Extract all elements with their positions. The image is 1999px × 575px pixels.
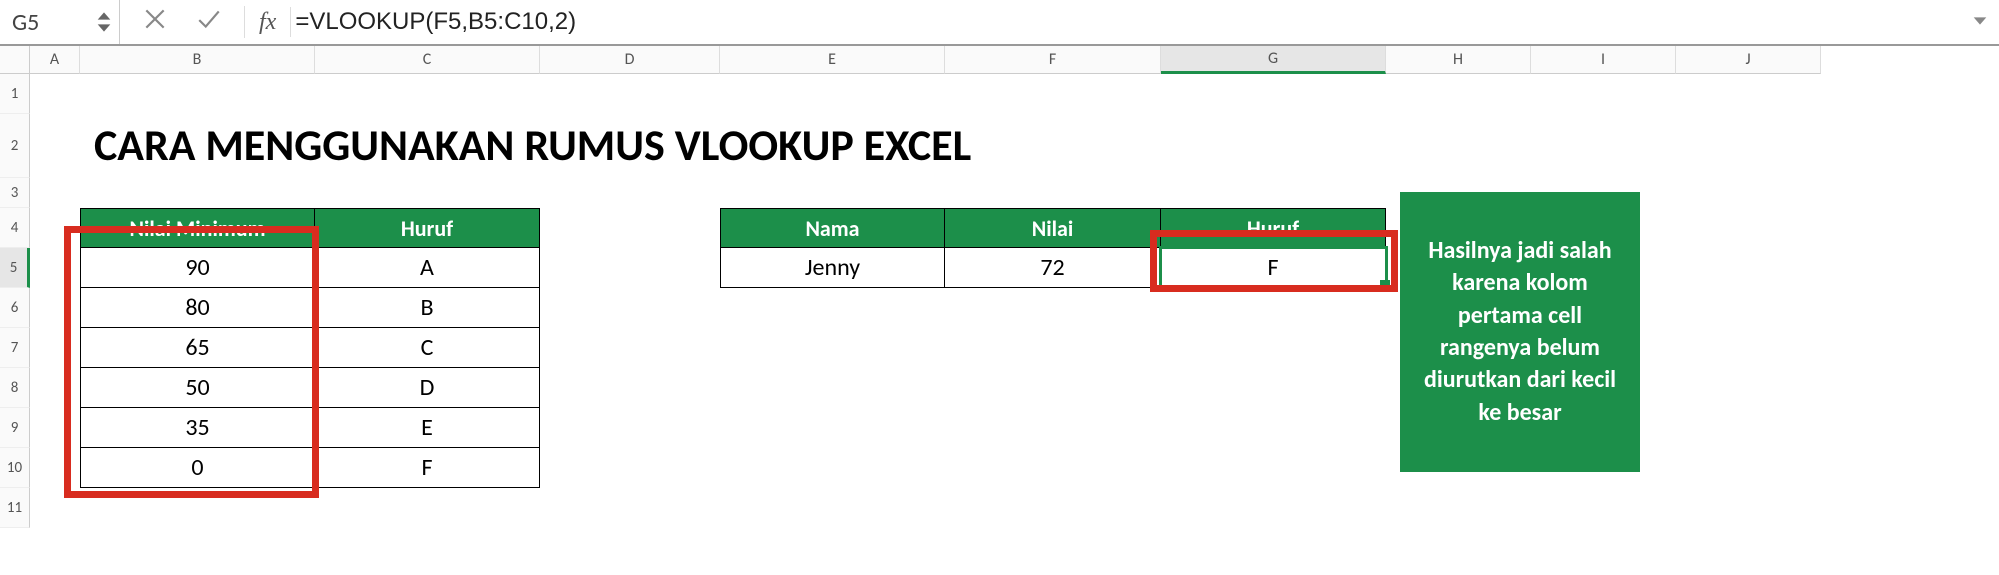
col-header-H[interactable]: H [1386, 46, 1531, 74]
table-cell[interactable]: C [315, 328, 540, 368]
stepper-up-icon [95, 10, 113, 22]
table-cell[interactable]: B [315, 288, 540, 328]
col-header-I[interactable]: I [1531, 46, 1676, 74]
grade-table: Nilai Minimum Huruf 90 A 80 B 65 C 50 D … [80, 208, 540, 488]
lookup-table-header-name: Nama [720, 208, 945, 248]
row-header-10[interactable]: 10 [0, 448, 30, 488]
lookup-table-header-letter: Huruf [1161, 208, 1386, 248]
table-cell[interactable]: 80 [80, 288, 315, 328]
row-header-9[interactable]: 9 [0, 408, 30, 448]
row-header-1[interactable]: 1 [0, 74, 30, 114]
table-cell[interactable]: 35 [80, 408, 315, 448]
worksheet: A B C D E F G H I J 1 2 3 4 5 6 7 8 9 10… [0, 46, 1999, 528]
formula-bar: G5 fx [0, 0, 1999, 46]
table-cell[interactable]: 0 [80, 448, 315, 488]
col-header-E[interactable]: E [720, 46, 945, 74]
cancel-icon [142, 6, 168, 32]
col-header-A[interactable]: A [30, 46, 80, 74]
formula-input[interactable] [291, 7, 1961, 37]
page-title: CARA MENGGUNAKAN RUMUS VLOOKUP EXCEL [80, 122, 971, 168]
fx-label[interactable]: fx [245, 9, 290, 36]
row-header-2[interactable]: 2 [0, 114, 30, 178]
name-box-stepper[interactable] [95, 10, 113, 34]
table-cell[interactable]: F [1161, 248, 1386, 288]
select-all-corner[interactable] [0, 46, 30, 74]
name-box[interactable]: G5 [12, 8, 72, 37]
row-header-7[interactable]: 7 [0, 328, 30, 368]
table-cell[interactable]: D [315, 368, 540, 408]
row-header-4[interactable]: 4 [0, 208, 30, 248]
row-header-3[interactable]: 3 [0, 178, 30, 208]
expand-icon [1971, 12, 1989, 30]
table-cell[interactable]: F [315, 448, 540, 488]
col-header-C[interactable]: C [315, 46, 540, 74]
table-cell[interactable]: 65 [80, 328, 315, 368]
stepper-down-icon [95, 22, 113, 34]
col-header-G[interactable]: G [1161, 46, 1386, 74]
table-cell[interactable]: 72 [945, 248, 1161, 288]
name-box-container: G5 [0, 0, 120, 44]
annotation-note: Hasilnya jadi salah karena kolom pertama… [1400, 192, 1640, 472]
table-cell[interactable]: E [315, 408, 540, 448]
table-cell[interactable]: 90 [80, 248, 315, 288]
row-header-5[interactable]: 5 [0, 248, 30, 288]
table-cell[interactable]: 50 [80, 368, 315, 408]
grid-body[interactable]: 1 2 3 4 5 6 7 8 9 10 11 CARA MENGGUNAKAN… [0, 74, 1999, 528]
cancel-button[interactable] [142, 6, 168, 38]
column-headers: A B C D E F G H I J [0, 46, 1999, 74]
confirm-icon [196, 6, 222, 32]
formula-bar-expand[interactable] [1961, 9, 1999, 36]
col-header-D[interactable]: D [540, 46, 720, 74]
col-header-B[interactable]: B [80, 46, 315, 74]
table-cell[interactable]: Jenny [720, 248, 945, 288]
confirm-button[interactable] [196, 6, 222, 38]
row-header-11[interactable]: 11 [0, 488, 30, 528]
col-header-J[interactable]: J [1676, 46, 1821, 74]
row-header-8[interactable]: 8 [0, 368, 30, 408]
grade-table-header-min: Nilai Minimum [80, 208, 315, 248]
col-header-F[interactable]: F [945, 46, 1161, 74]
formula-bar-buttons [120, 6, 245, 38]
grade-table-header-letter: Huruf [315, 208, 540, 248]
lookup-table-header-value: Nilai [945, 208, 1161, 248]
row-header-6[interactable]: 6 [0, 288, 30, 328]
table-cell[interactable]: A [315, 248, 540, 288]
lookup-table: Nama Nilai Huruf Jenny 72 F [720, 208, 1386, 288]
